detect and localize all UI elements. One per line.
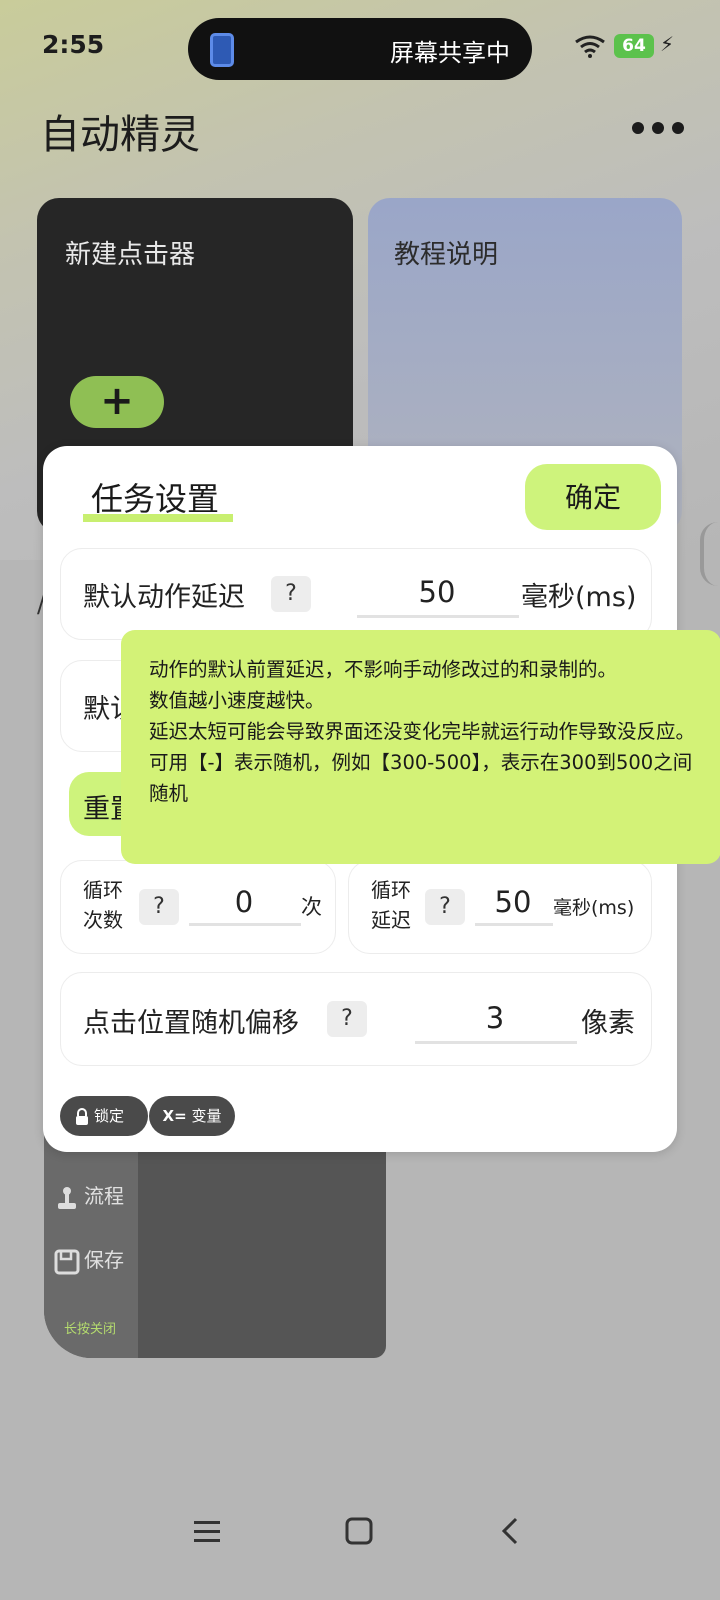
click-offset-row: 点击位置随机偏移 ? 3 像素 (60, 972, 652, 1066)
lock-icon (76, 1107, 88, 1125)
click-offset-underline (415, 1041, 577, 1044)
side-handle[interactable] (700, 522, 718, 586)
loop-delay-help-button[interactable]: ? (425, 889, 465, 925)
loop-delay-unit: 毫秒(ms) (553, 897, 635, 919)
side-item-label: 保存 (84, 1248, 124, 1272)
click-offset-unit: 像素 (581, 1008, 635, 1039)
side-item-flow[interactable]: 流程 (54, 1180, 124, 1211)
home-icon[interactable] (344, 1516, 374, 1546)
loop-count-label-line2: 次数 (83, 908, 123, 932)
joystick-icon (58, 1186, 76, 1209)
variable-chip[interactable]: X= 变量 (149, 1096, 235, 1136)
dynamic-island[interactable]: 屏幕共享中 (188, 18, 532, 80)
lock-chip[interactable]: 锁定 (60, 1096, 148, 1136)
loop-count-input[interactable]: 0 (189, 885, 299, 919)
loop-count-underline (189, 923, 301, 926)
click-offset-input[interactable]: 3 (415, 1001, 575, 1035)
menu-icon[interactable] (192, 1516, 222, 1546)
loop-delay-underline (475, 923, 553, 926)
default-delay-label: 默认动作延迟 (83, 582, 245, 613)
wifi-icon (575, 35, 605, 58)
app-title: 自动精灵 (40, 112, 200, 158)
navigation-bar (0, 1480, 720, 1600)
phone-icon (210, 33, 234, 67)
loop-count-label: 循环 次数 (83, 875, 123, 935)
status-time: 2:55 (42, 30, 105, 59)
default-delay-input[interactable]: 50 (357, 575, 517, 609)
default-delay-row: 默认动作延迟 ? 50 毫秒(ms) (60, 548, 652, 640)
variable-chip-label: 变量 (191, 1107, 222, 1125)
default-delay-unit: 毫秒(ms) (521, 582, 637, 613)
loop-delay-label-line2: 延迟 (371, 908, 411, 932)
tutorial-label: 教程说明 (394, 240, 499, 270)
variable-icon: X= (162, 1107, 187, 1125)
lock-chip-label: 锁定 (94, 1107, 125, 1125)
tooltip-text: 动作的默认前置延迟，不影响手动修改过的和录制的。 数值越小速度越快。 延迟太短可… (149, 658, 696, 805)
save-icon (54, 1249, 80, 1274)
loop-delay-label: 循环 延迟 (371, 875, 411, 935)
click-offset-label: 点击位置随机偏移 (83, 1008, 299, 1039)
add-icon[interactable]: + (70, 376, 164, 428)
side-item-save[interactable]: 保存 (54, 1244, 124, 1275)
loop-delay-row: 循环延迟 ? 50 毫秒(ms) (348, 860, 652, 954)
loop-count-help-button[interactable]: ? (139, 889, 179, 925)
dialog-title: 任务设置 (91, 480, 220, 518)
side-item-label: 流程 (84, 1184, 124, 1208)
loop-delay-label-line1: 循环 (371, 878, 411, 902)
default-delay-underline (357, 615, 519, 618)
more-icon[interactable] (630, 110, 686, 140)
new-clicker-label: 新建点击器 (65, 240, 196, 270)
loop-count-row: 循环次数 ? 0 次 (60, 860, 336, 954)
default-delay-help-button[interactable]: ? (271, 576, 311, 612)
loop-delay-input[interactable]: 50 (475, 885, 551, 919)
long-press-close-hint: 长按关闭 (64, 1322, 117, 1337)
back-icon[interactable] (496, 1516, 526, 1546)
loop-count-unit: 次 (301, 895, 322, 919)
default-delay-tooltip: 动作的默认前置延迟，不影响手动修改过的和录制的。 数值越小速度越快。 延迟太短可… (121, 630, 720, 864)
loop-count-label-line1: 循环 (83, 878, 123, 902)
screen-share-text: 屏幕共享中 (390, 39, 510, 67)
confirm-button[interactable]: 确定 (525, 464, 661, 530)
click-offset-help-button[interactable]: ? (327, 1001, 367, 1037)
battery-icon: 64 (614, 34, 654, 58)
charging-icon: ⚡ (660, 32, 675, 56)
